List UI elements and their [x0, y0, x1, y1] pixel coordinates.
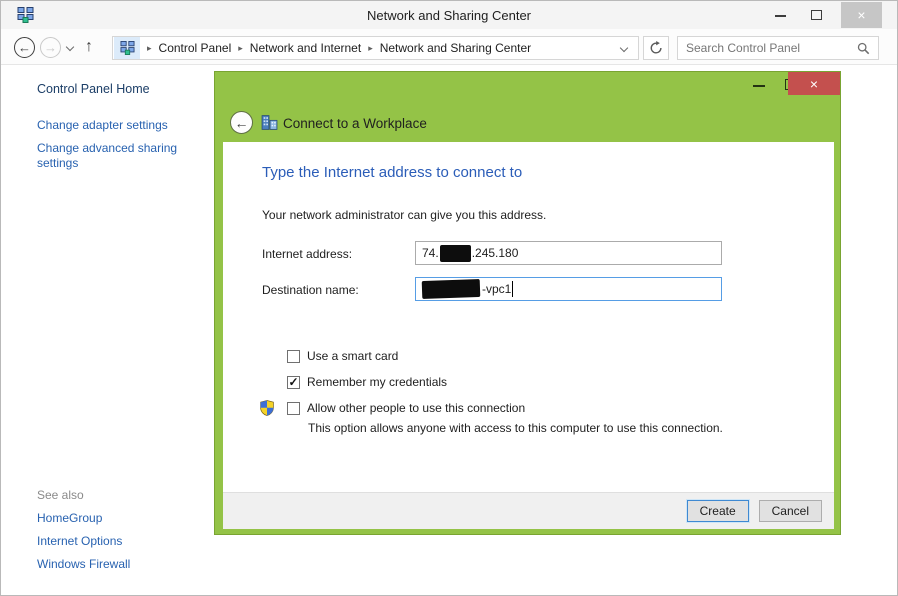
dialog-back-icon: ← — [235, 115, 249, 131]
sidebar-item-control-panel-home[interactable]: Control Panel Home — [37, 82, 150, 96]
text-caret — [512, 281, 513, 297]
destination-name-value-suffix: -vpc1 — [482, 282, 511, 296]
smart-card-label: Use a smart card — [307, 349, 398, 363]
sidebar-item-internet-options[interactable]: Internet Options — [37, 534, 122, 548]
destination-name-label: Destination name: — [262, 283, 359, 297]
breadcrumb-separator-icon: ▸ — [140, 43, 159, 54]
dialog-back-button[interactable]: ← — [230, 111, 253, 134]
refresh-icon — [649, 41, 663, 55]
forward-button[interactable]: → — [40, 37, 61, 58]
redaction-box — [422, 279, 481, 299]
dialog-body: Type the Internet address to connect to … — [223, 142, 834, 529]
allow-others-checkbox[interactable] — [287, 402, 300, 415]
dialog-subheading: Your network administrator can give you … — [262, 208, 546, 222]
titlebar: Network and Sharing Center × — [1, 1, 897, 29]
allow-others-note: This option allows anyone with access to… — [308, 421, 723, 435]
breadcrumb-item-network-and-internet[interactable]: Network and Internet — [250, 41, 361, 55]
close-icon: × — [857, 7, 865, 23]
up-button[interactable]: ↑ — [85, 37, 93, 57]
checkmark-icon: ✓ — [288, 377, 298, 388]
breadcrumb-item-control-panel[interactable]: Control Panel — [159, 41, 232, 55]
up-icon: ↑ — [85, 38, 93, 55]
window-title: Network and Sharing Center — [1, 1, 897, 29]
redaction-box — [440, 245, 471, 262]
network-location-icon — [120, 41, 135, 55]
breadcrumb-location-iconbox[interactable] — [114, 37, 140, 59]
cancel-button[interactable]: Cancel — [759, 500, 822, 522]
dialog-title: Connect to a Workplace — [283, 116, 427, 131]
breadcrumb-separator-icon: ▸ — [231, 43, 250, 54]
breadcrumb[interactable]: ▸ Control Panel ▸ Network and Internet ▸… — [112, 36, 639, 60]
remember-credentials-label: Remember my credentials — [307, 375, 447, 389]
internet-address-label: Internet address: — [262, 247, 352, 261]
create-button[interactable]: Create — [687, 500, 749, 522]
remember-credentials-checkbox-row[interactable]: ✓ Remember my credentials — [287, 375, 447, 389]
close-button[interactable]: × — [841, 2, 882, 28]
dialog-heading: Type the Internet address to connect to — [262, 164, 522, 181]
internet-address-value-prefix: 74. — [422, 246, 439, 260]
refresh-button[interactable] — [643, 36, 669, 60]
network-sharing-center-window: Network and Sharing Center × ← → ↑ ▸ Con… — [0, 0, 898, 596]
breadcrumb-separator-icon: ▸ — [361, 43, 380, 54]
maximize-icon[interactable] — [811, 10, 822, 20]
smart-card-checkbox-row[interactable]: Use a smart card — [287, 349, 398, 363]
see-also-heading: See also — [37, 488, 84, 502]
destination-name-input[interactable]: -vpc1 — [415, 277, 722, 301]
dialog-close-button[interactable]: × — [788, 72, 840, 95]
search-icon[interactable] — [857, 42, 870, 55]
allow-others-checkbox-row[interactable]: Allow other people to use this connectio… — [287, 401, 525, 415]
connect-to-workplace-dialog: × ← Connect to a Workplace Type the Inte… — [214, 71, 841, 535]
sidebar-item-change-adapter-settings[interactable]: Change adapter settings — [37, 118, 168, 132]
sidebar-item-change-advanced-sharing-settings[interactable]: Change advanced sharing settings — [37, 141, 187, 171]
search-input[interactable] — [678, 41, 857, 55]
internet-address-input[interactable]: 74. .245.180 — [415, 241, 722, 265]
sidebar-item-windows-firewall[interactable]: Windows Firewall — [37, 557, 130, 571]
smart-card-checkbox[interactable] — [287, 350, 300, 363]
back-icon: ← — [18, 40, 31, 55]
sidebar-item-homegroup[interactable]: HomeGroup — [37, 511, 102, 525]
dialog-minimize-icon[interactable] — [753, 85, 765, 87]
internet-address-value-suffix: .245.180 — [472, 246, 519, 260]
address-dropdown-chevron-icon[interactable] — [620, 44, 628, 52]
workplace-icon — [261, 114, 278, 134]
dialog-footer: Create Cancel — [223, 492, 834, 529]
dialog-close-icon: × — [810, 76, 818, 92]
uac-shield-icon — [260, 400, 274, 419]
breadcrumb-item-network-and-sharing-center[interactable]: Network and Sharing Center — [380, 41, 531, 55]
minimize-icon[interactable] — [775, 15, 786, 17]
search-box — [677, 36, 879, 60]
back-button[interactable]: ← — [14, 37, 35, 58]
forward-icon: → — [44, 40, 57, 55]
remember-credentials-checkbox[interactable]: ✓ — [287, 376, 300, 389]
allow-others-label: Allow other people to use this connectio… — [307, 401, 525, 415]
